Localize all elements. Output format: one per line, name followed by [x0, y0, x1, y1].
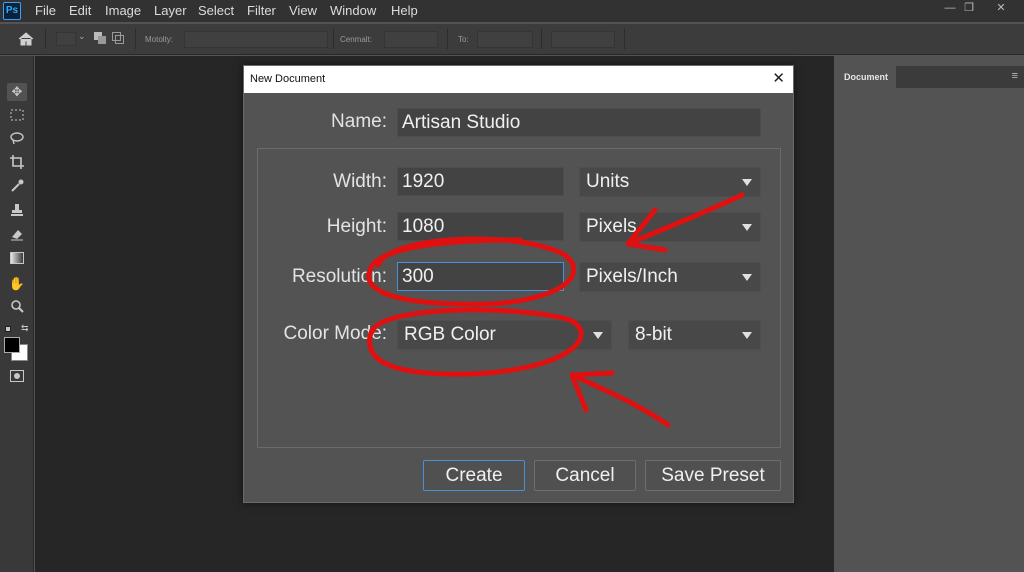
menu-bar: Ps File Edit Image Layer Select Filter V… [0, 0, 1024, 22]
default-colors-icon[interactable] [5, 326, 11, 332]
resolution-field[interactable]: 300 [397, 262, 564, 291]
menu-layer[interactable]: Layer [154, 3, 187, 18]
menu-image[interactable]: Image [105, 3, 141, 18]
zoom-tool-icon[interactable] [7, 299, 27, 317]
marquee-tool-icon[interactable] [7, 108, 27, 126]
menu-view[interactable]: View [289, 3, 317, 18]
height-unit-select[interactable]: Pixels [579, 212, 761, 242]
foreground-color-swatch[interactable] [4, 337, 20, 353]
separator [447, 29, 448, 49]
chevron-down-icon [593, 332, 603, 339]
intersect-icon[interactable] [112, 32, 124, 44]
resolution-unit-value: Pixels/Inch [586, 266, 678, 287]
width-unit-value: Units [586, 171, 630, 192]
menu-file[interactable]: File [35, 3, 56, 18]
home-icon[interactable] [17, 31, 35, 47]
chevron-down-icon[interactable]: ⌄ [78, 31, 86, 42]
crop-tool-icon[interactable] [7, 155, 27, 173]
color-mode-select[interactable]: RGB Color [397, 320, 612, 350]
menu-edit[interactable]: Edit [69, 3, 91, 18]
move-tool-icon[interactable]: ✥ [7, 83, 27, 101]
tools-panel: ✥ ✋ ⇆ [0, 56, 34, 572]
menu-filter[interactable]: Filter [247, 3, 276, 18]
bit-depth-value: 8-bit [635, 324, 672, 345]
color-mode-value: RGB Color [404, 324, 496, 345]
quick-mask-icon[interactable] [7, 369, 27, 387]
separator [624, 29, 625, 49]
chevron-down-icon [742, 179, 752, 186]
lasso-tool-icon[interactable] [7, 131, 27, 149]
resolution-label: Resolution: [291, 266, 387, 287]
close-icon[interactable]: ✕ [772, 71, 785, 86]
dialog-title-bar: New Document ✕ [244, 66, 793, 93]
height-field[interactable]: 1080 [397, 212, 564, 241]
height-label: Height: [326, 216, 387, 237]
separator [135, 29, 136, 49]
height-unit-value: Pixels [586, 216, 637, 237]
hand-tool-icon[interactable]: ✋ [7, 275, 27, 293]
layers-icon[interactable] [94, 32, 106, 44]
option-field-4[interactable] [551, 31, 615, 48]
option-field-2[interactable] [384, 31, 438, 48]
chevron-down-icon [742, 274, 752, 281]
preset-swatch[interactable] [56, 32, 76, 46]
restore-button[interactable]: ❐ [955, 1, 983, 15]
cancel-button[interactable]: Cancel [534, 460, 636, 491]
swap-colors-icon[interactable]: ⇆ [21, 323, 29, 334]
tab-document[interactable]: Document [836, 66, 896, 88]
width-field[interactable]: 1920 [397, 167, 564, 196]
right-panel: Document ≡ [836, 56, 1024, 572]
name-label: Name: [331, 111, 387, 132]
new-document-dialog: New Document ✕ Name: Artisan Studio Widt… [243, 65, 794, 503]
width-unit-select[interactable]: Units [579, 167, 761, 197]
stamp-tool-icon[interactable] [7, 203, 27, 221]
separator [333, 29, 334, 49]
panel-tab-bar: Document ≡ [836, 66, 1024, 88]
options-bar: ⌄ Motolty: Cenmalt: To: [0, 24, 1024, 55]
menu-help[interactable]: Help [391, 3, 418, 18]
separator [45, 29, 46, 49]
option-label-3: To: [458, 35, 469, 44]
gradient-tool-icon[interactable] [7, 251, 27, 269]
create-button[interactable]: Create [423, 460, 525, 491]
menu-window[interactable]: Window [330, 3, 376, 18]
width-label: Width: [333, 171, 387, 192]
color-mode-label: Color Mode: [283, 323, 388, 344]
chevron-down-icon [742, 224, 752, 231]
menu-select[interactable]: Select [198, 3, 234, 18]
photoshop-logo-icon: Ps [3, 2, 21, 20]
option-field-1[interactable] [184, 31, 328, 48]
option-field-3[interactable] [477, 31, 533, 48]
eyedropper-tool-icon[interactable] [7, 179, 27, 197]
bit-depth-select[interactable]: 8-bit [628, 320, 761, 350]
name-field[interactable]: Artisan Studio [397, 108, 761, 137]
panel-menu-icon[interactable]: ≡ [1012, 70, 1018, 82]
chevron-down-icon [742, 332, 752, 339]
option-label-1: Motolty: [145, 35, 174, 44]
resolution-unit-select[interactable]: Pixels/Inch [579, 262, 761, 292]
close-window-button[interactable]: ✕ [987, 1, 1015, 15]
option-label-2: Cenmalt: [340, 35, 373, 44]
dialog-title: New Document [250, 73, 326, 85]
eraser-tool-icon[interactable] [7, 227, 27, 245]
separator [541, 29, 542, 49]
save-preset-button[interactable]: Save Preset [645, 460, 781, 491]
